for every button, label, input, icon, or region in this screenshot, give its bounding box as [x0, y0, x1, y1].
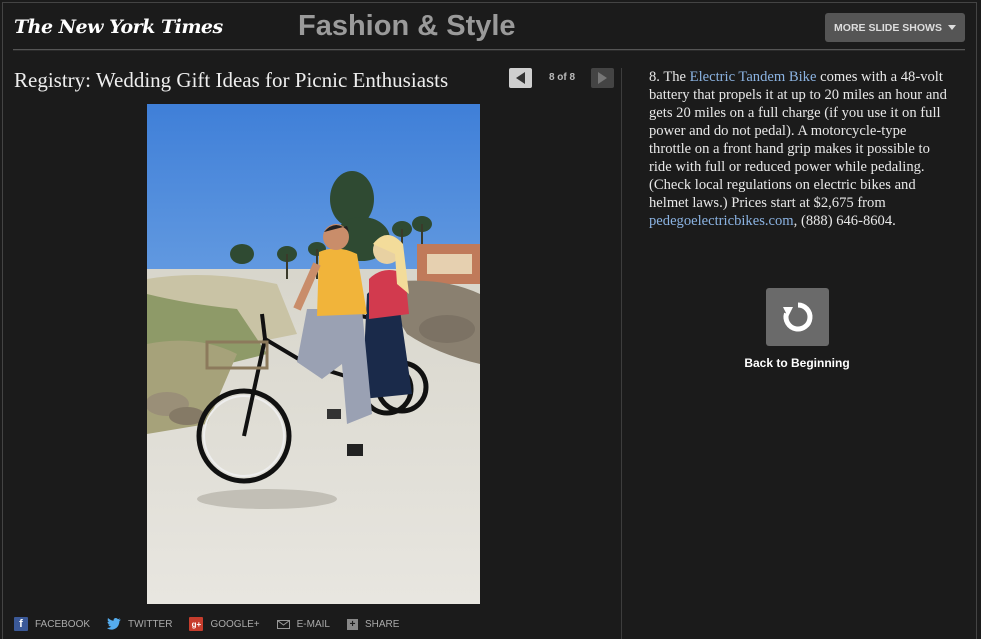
more-slide-shows-label: MORE SLIDE SHOWS: [834, 21, 942, 34]
twitter-icon: [107, 618, 122, 630]
email-label: E-MAIL: [296, 618, 330, 630]
email-share[interactable]: E-MAIL: [276, 618, 330, 630]
electric-tandem-bike-link[interactable]: Electric Tandem Bike: [690, 69, 817, 85]
facebook-icon: f: [14, 617, 28, 631]
facebook-share[interactable]: f FACEBOOK: [14, 617, 90, 631]
facebook-label: FACEBOOK: [35, 618, 91, 630]
slide-photo: [147, 104, 480, 604]
google-plus-share[interactable]: g+ GOOGLE+: [189, 617, 260, 631]
slide-counter: 8 of 8: [548, 72, 576, 83]
share-bar: f FACEBOOK TWITTER g+ GOOGLE+ E-MAIL + S…: [14, 617, 416, 631]
twitter-share[interactable]: TWITTER: [107, 618, 172, 630]
google-plus-label: GOOGLE+: [210, 618, 260, 630]
next-slide-button[interactable]: [591, 68, 614, 88]
back-to-beginning-button[interactable]: [766, 288, 829, 346]
caption-text-1: 8. The: [649, 69, 690, 85]
previous-slide-button[interactable]: [509, 68, 532, 88]
nyt-logo[interactable]: The New York Times: [14, 16, 223, 38]
section-title[interactable]: Fashion & Style: [298, 10, 516, 43]
chevron-down-icon: [947, 25, 956, 30]
header-divider-shadow: [13, 50, 965, 51]
email-icon: [276, 619, 290, 629]
share-label: SHARE: [364, 618, 400, 630]
twitter-label: TWITTER: [128, 618, 173, 630]
prev-arrow-icon: [516, 72, 525, 84]
more-slide-shows-button[interactable]: MORE SLIDE SHOWS: [825, 13, 965, 42]
google-plus-icon: g+: [189, 617, 204, 631]
slideshow-title: Registry: Wedding Gift Ideas for Picnic …: [14, 68, 449, 92]
share-icon: +: [346, 618, 358, 630]
replay-icon: [782, 302, 812, 332]
caption-text-2: comes with a 48-volt battery that propel…: [649, 69, 947, 211]
slide-caption: 8. The Electric Tandem Bike comes with a…: [649, 68, 949, 230]
column-divider: [621, 68, 622, 639]
next-arrow-icon: [598, 72, 607, 84]
pedego-link[interactable]: pedegoelectricbikes.com: [649, 213, 794, 229]
caption-text-3: , (888) 646-8604.: [793, 213, 896, 229]
back-to-beginning-label[interactable]: Back to Beginning: [727, 356, 867, 370]
share-button[interactable]: + SHARE: [346, 618, 400, 630]
